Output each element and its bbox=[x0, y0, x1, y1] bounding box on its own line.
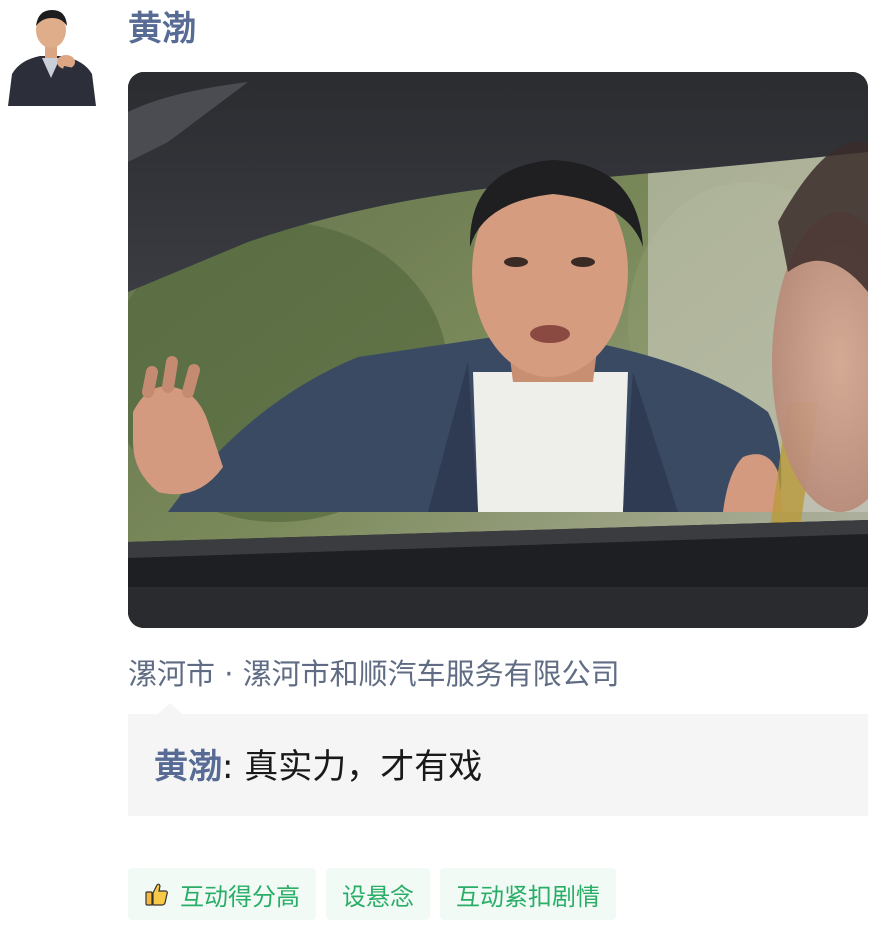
feed-post: 黄渤 漯河市 · 漯河市和顺汽车服务有限公司 黄渤: 真实力，才有戏 互动得分高… bbox=[0, 0, 881, 929]
tag-label: 互动得分高 bbox=[180, 882, 300, 911]
post-video-thumbnail[interactable] bbox=[128, 72, 868, 628]
author-avatar[interactable] bbox=[6, 4, 96, 106]
tag-item[interactable]: 互动紧扣剧情 bbox=[440, 868, 616, 920]
author-name[interactable]: 黄渤 bbox=[128, 6, 196, 52]
tag-item[interactable]: 设悬念 bbox=[326, 868, 430, 920]
post-location[interactable]: 漯河市 · 漯河市和顺汽车服务有限公司 bbox=[128, 652, 620, 696]
tag-label: 互动紧扣剧情 bbox=[456, 882, 600, 911]
tag-list: 互动得分高 设悬念 互动紧扣剧情 bbox=[128, 868, 616, 920]
comment-author[interactable]: 黄渤 bbox=[154, 747, 222, 787]
comment-section: 黄渤: 真实力，才有戏 bbox=[128, 703, 868, 816]
tag-label: 设悬念 bbox=[342, 882, 414, 911]
tag-item[interactable]: 互动得分高 bbox=[128, 868, 316, 920]
comment-item: 黄渤: 真实力，才有戏 bbox=[154, 744, 482, 790]
comment-separator: : bbox=[222, 747, 234, 787]
comment-text: 真实力，才有戏 bbox=[233, 747, 483, 787]
thumbs-up-icon bbox=[144, 881, 170, 907]
